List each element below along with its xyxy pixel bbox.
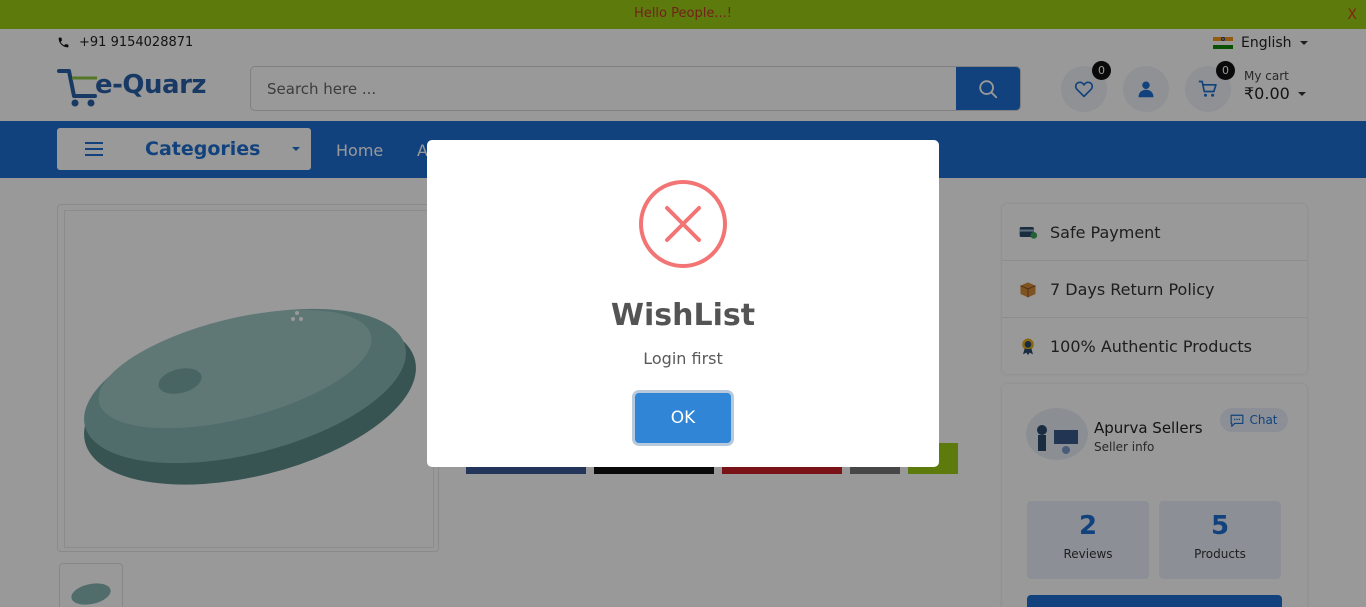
ok-button[interactable]: OK [635,393,731,443]
modal-message: Login first [643,349,723,368]
error-x-icon [639,180,727,268]
wishlist-alert-dialog: WishList Login first OK [427,140,939,467]
modal-title: WishList [610,298,756,333]
